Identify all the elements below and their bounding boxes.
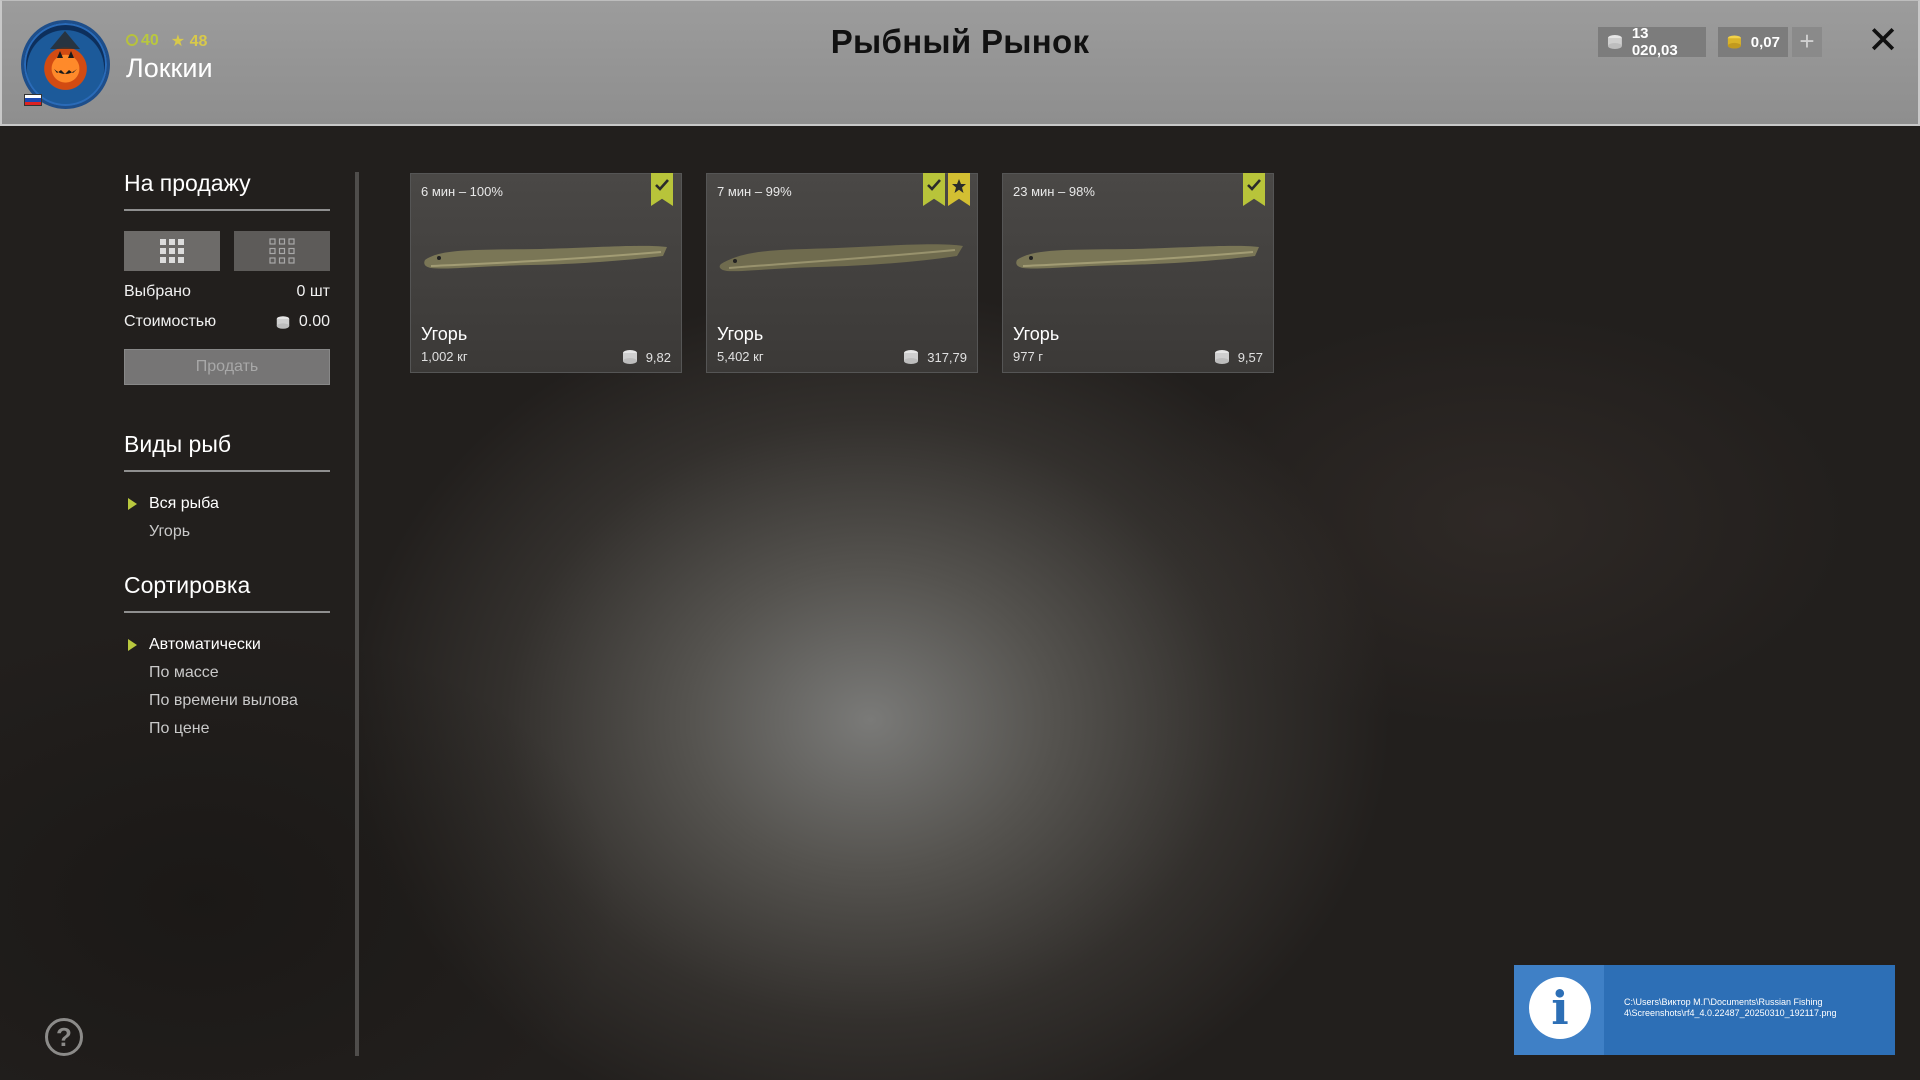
eel-icon	[424, 245, 667, 269]
view-toggle	[124, 231, 330, 271]
fish-card-weight: 1,002 кг	[421, 349, 468, 364]
cost-row: Стоимостью 0.00	[124, 313, 330, 331]
sort-title: Сортировка	[124, 572, 330, 613]
checkmark-icon	[655, 179, 669, 191]
sort-item-catch-time[interactable]: По времени вылова	[124, 687, 330, 715]
sort-item-auto[interactable]: Автоматически	[124, 631, 330, 659]
cost-value-wrap: 0.00	[275, 313, 330, 331]
silver-coins-icon	[622, 350, 637, 364]
screenshot-notification: i C:\Users\Виктор М.Г\Documents\Russian …	[1514, 965, 1895, 1055]
species-item-eel[interactable]: Угорь	[124, 518, 330, 546]
selected-bookmark-icon[interactable]	[923, 173, 945, 206]
checkmark-icon	[1247, 179, 1261, 191]
sort-item-mass[interactable]: По массе	[124, 659, 330, 687]
sell-button[interactable]: Продать	[124, 349, 330, 385]
fish-card-name: Угорь	[1013, 324, 1060, 344]
help-icon[interactable]: ?	[45, 1018, 83, 1056]
selected-label: Выбрано	[124, 283, 191, 300]
top-bar: 40 ★ 48 Локкии Рыбный Рынок 13 020,03 0,…	[0, 0, 1920, 126]
large-grid-view-button[interactable]	[124, 231, 220, 271]
fish-card-price: 9,82	[621, 349, 671, 365]
screenshot-path: C:\Users\Виктор М.Г\Documents\Russian Fi…	[1624, 997, 1837, 1018]
gold-coins-icon	[1727, 35, 1741, 49]
silver-coins-icon	[1214, 350, 1229, 364]
cost-label: Стоимостью	[124, 313, 217, 330]
favorite-bookmark-icon[interactable]	[948, 173, 970, 206]
fish-card-timer: 7 мин – 99%	[717, 184, 792, 199]
sort-item-price[interactable]: По цене	[124, 715, 330, 743]
silver-coins-icon	[276, 315, 290, 329]
small-grid-view-button[interactable]	[234, 231, 330, 271]
info-icon: i	[1529, 977, 1591, 1039]
grid-small-icon	[269, 238, 295, 264]
sidebar: На продажу Выбрано 0 шт Стоимостью 0.00 …	[124, 170, 330, 743]
fish-card-price: 9,57	[1213, 349, 1263, 365]
fish-card[interactable]: 6 мин – 100% Угорь 1,002 кг 9,82	[410, 173, 682, 373]
silver-coins-icon	[1607, 35, 1622, 49]
country-flag-icon	[24, 94, 42, 106]
selected-bookmark-icon[interactable]	[1243, 173, 1265, 206]
fish-card-weight: 977 г	[1013, 349, 1044, 364]
fish-card-name: Угорь	[421, 324, 468, 344]
species-list: Вся рыба Угорь	[124, 490, 330, 546]
fish-card-name: Угорь	[717, 324, 764, 344]
close-button[interactable]: ✕	[1866, 21, 1900, 61]
checkmark-icon	[927, 179, 941, 191]
sort-list: Автоматически По массе По времени вылова…	[124, 631, 330, 743]
selected-value: 0 шт	[296, 283, 330, 300]
silver-balance: 13 020,03	[1598, 25, 1706, 59]
species-item-all[interactable]: Вся рыба	[124, 490, 330, 518]
eel-icon	[1016, 245, 1259, 269]
star-icon	[952, 179, 966, 193]
fish-card-timer: 6 мин – 100%	[421, 184, 503, 199]
species-title: Виды рыб	[124, 431, 330, 472]
cost-value: 0.00	[298, 313, 330, 330]
eel-icon	[719, 244, 963, 272]
fish-card[interactable]: 7 мин – 99% Угорь 5,402 кг 317,79	[706, 173, 978, 373]
add-currency-button[interactable]: +	[1792, 27, 1822, 57]
gold-balance: 0,07	[1718, 27, 1788, 57]
fish-card-timer: 23 мин – 98%	[1013, 184, 1095, 199]
info-icon-box: i	[1514, 965, 1604, 1055]
silver-coins-icon	[904, 350, 919, 364]
grid-large-icon	[160, 239, 184, 263]
fish-card-price: 317,79	[902, 349, 967, 365]
sidebar-divider	[355, 172, 359, 1056]
selected-count-row: Выбрано 0 шт	[124, 283, 330, 301]
for-sale-title: На продажу	[124, 170, 330, 211]
fish-card[interactable]: 23 мин – 98% Угорь 977 г 9,57	[1002, 173, 1274, 373]
selected-bookmark-icon[interactable]	[651, 173, 673, 206]
fish-card-weight: 5,402 кг	[717, 349, 764, 364]
